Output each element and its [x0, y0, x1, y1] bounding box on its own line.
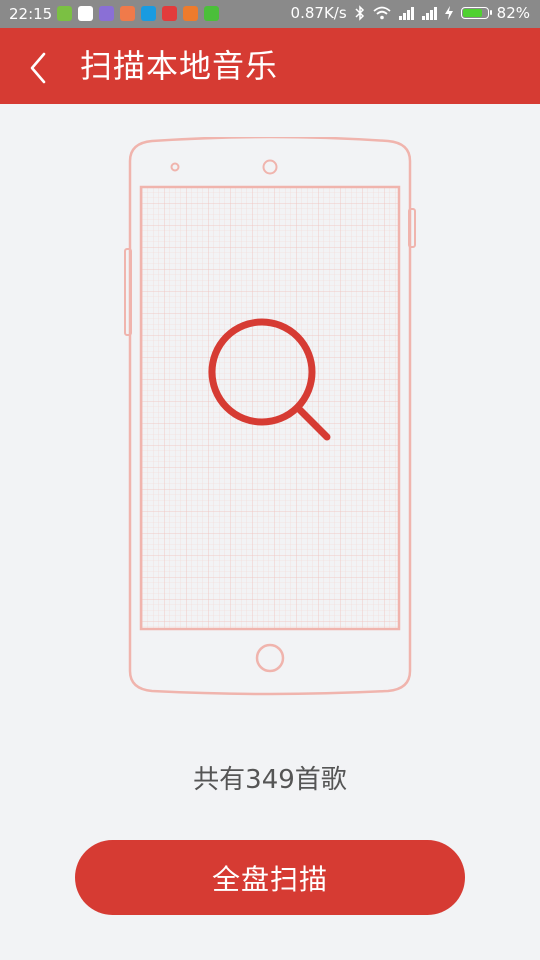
full-scan-button-label: 全盘扫描: [211, 862, 328, 896]
signal-icon-sim2: [421, 6, 437, 20]
green-app-icon: [204, 6, 219, 21]
title-bar: 扫描本地音乐: [0, 28, 540, 104]
notification-icons: [57, 6, 219, 21]
status-bar: 22:15 0.87K/s 82%: [0, 0, 540, 28]
full-scan-button[interactable]: 全盘扫描: [75, 840, 465, 915]
signal-icon-sim1: [398, 6, 414, 20]
alarm-app-icon: [162, 6, 177, 21]
weibo-app-icon: [183, 6, 198, 21]
network-speed: 0.87K/s: [290, 4, 347, 22]
sim-app-icon: [57, 6, 72, 21]
battery-percent: 82%: [496, 4, 530, 22]
status-right-group: 0.87K/s 82%: [291, 4, 530, 22]
qq-icon: [78, 6, 93, 21]
charging-icon: [444, 6, 453, 20]
bluetooth-icon: [355, 5, 364, 21]
home-button-outline: [255, 643, 285, 673]
purple-app-icon: [99, 6, 114, 21]
battery-icon: [460, 7, 492, 19]
back-button[interactable]: [20, 46, 64, 90]
phone-screen-grid: [139, 185, 401, 631]
blue-app-icon: [141, 6, 156, 21]
orange-app-icon: [120, 6, 135, 21]
chevron-left-icon: [30, 52, 46, 84]
status-time: 22:15: [9, 5, 53, 23]
phone-illustration: [124, 137, 416, 696]
page-title: 扫描本地音乐: [80, 47, 279, 85]
wifi-icon: [373, 6, 391, 20]
song-count-text: 共有349首歌: [193, 765, 347, 795]
